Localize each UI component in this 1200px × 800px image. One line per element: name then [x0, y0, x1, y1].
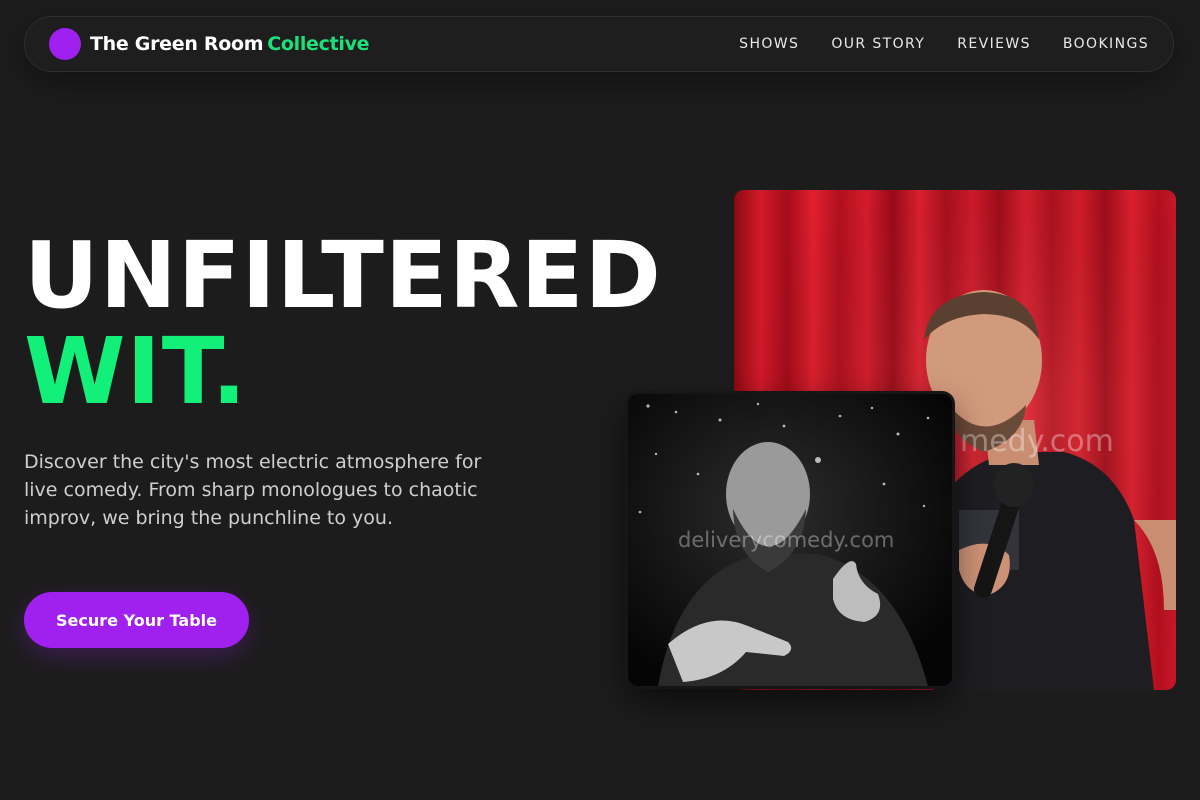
nav-link-shows[interactable]: SHOWS: [739, 36, 799, 52]
nav-link-reviews[interactable]: REVIEWS: [957, 36, 1031, 52]
secure-table-button[interactable]: Secure Your Table: [24, 592, 249, 648]
brand-name: The Green Room Collective: [90, 33, 370, 55]
brand[interactable]: The Green Room Collective: [49, 28, 370, 60]
nav-links: SHOWS OUR STORY REVIEWS BOOKINGS: [739, 36, 1149, 52]
comedian-bw-illustration: [628, 394, 952, 686]
brand-name-accent: Collective: [267, 33, 370, 55]
top-nav: The Green Room Collective SHOWS OUR STORY…: [24, 16, 1174, 72]
brand-name-primary: The Green Room: [90, 33, 264, 55]
nav-link-our-story[interactable]: OUR STORY: [831, 36, 925, 52]
comedian-bw-photo: deliverycomedy.com: [628, 394, 952, 686]
nav-link-bookings[interactable]: BOOKINGS: [1063, 36, 1149, 52]
hero-description: Discover the city's most electric atmosp…: [24, 451, 482, 529]
page: The Green Room Collective SHOWS OUR STORY…: [0, 0, 1200, 800]
hero-title-line2: WIT.: [24, 318, 248, 425]
hero-title: UNFILTERED WIT.: [24, 228, 662, 420]
brand-logo-dot: [49, 28, 81, 60]
hero-title-line1: UNFILTERED: [24, 222, 662, 329]
